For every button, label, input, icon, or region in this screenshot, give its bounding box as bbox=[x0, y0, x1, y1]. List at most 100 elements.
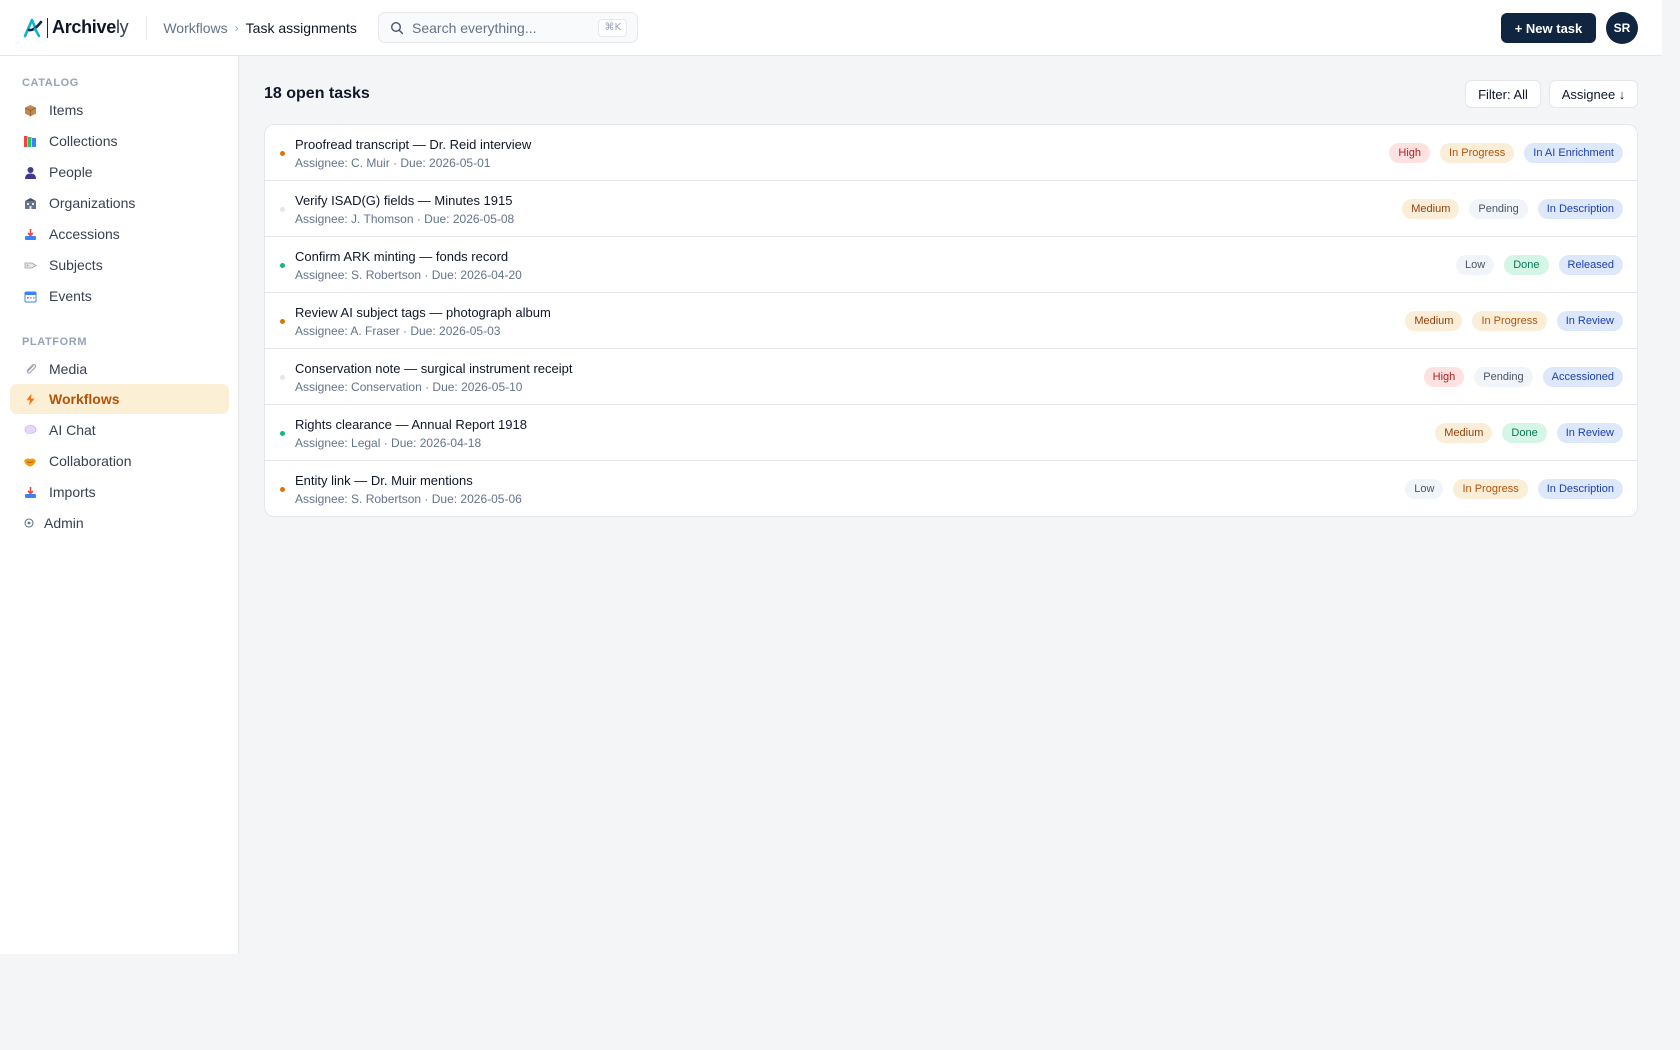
sidebar-item-workflows[interactable]: Workflows bbox=[10, 384, 229, 414]
status-dot bbox=[280, 151, 285, 156]
sidebar-item-events[interactable]: Events bbox=[10, 281, 229, 311]
status-badge: Done bbox=[1504, 255, 1549, 275]
stage-badge: In Review bbox=[1556, 311, 1623, 331]
sidebar-item-accessions[interactable]: Accessions bbox=[10, 219, 229, 249]
task-badges: High Pending Accessioned bbox=[1423, 367, 1623, 387]
sidebar-section-platform: PLATFORM bbox=[22, 336, 88, 348]
stage-badge: In Description bbox=[1537, 479, 1623, 499]
archively-logo-icon bbox=[23, 18, 43, 37]
sidebar-item-label: Collections bbox=[49, 133, 118, 149]
sidebar-item-label: Media bbox=[49, 361, 88, 377]
status-dot bbox=[280, 207, 285, 212]
gear-icon bbox=[22, 516, 36, 530]
task-badges: Medium Pending In Description bbox=[1402, 199, 1623, 219]
priority-badge: Low bbox=[1456, 255, 1495, 275]
breadcrumb-current: Task assignments bbox=[245, 19, 357, 36]
books-icon bbox=[23, 134, 37, 148]
sidebar-item-ai-chat[interactable]: AI Chat bbox=[10, 415, 229, 445]
new-task-button[interactable]: + New task bbox=[1501, 13, 1596, 43]
priority-badge: Medium bbox=[1405, 311, 1463, 331]
task-title[interactable]: Rights clearance — Annual Report 1918 bbox=[295, 417, 527, 432]
sidebar-item-label: AI Chat bbox=[49, 422, 96, 438]
breadcrumb: Workflows › Task assignments bbox=[163, 20, 357, 36]
sidebar-item-collaboration[interactable]: Collaboration bbox=[10, 446, 229, 476]
task-badges: Medium In Progress In Review bbox=[1405, 311, 1623, 331]
task-meta: Assignee: J. Thomson · Due: 2026-05-08 bbox=[295, 212, 515, 226]
sidebar-item-label: Admin bbox=[44, 515, 84, 531]
task-badges: High In Progress In AI Enrichment bbox=[1389, 143, 1623, 163]
priority-badge: Medium bbox=[1435, 423, 1493, 443]
stage-badge: Released bbox=[1558, 255, 1623, 275]
task-title[interactable]: Proofread transcript — Dr. Reid intervie… bbox=[295, 137, 531, 152]
task-badges: Low In Progress In Description bbox=[1405, 479, 1623, 499]
stage-badge: Accessioned bbox=[1542, 367, 1623, 387]
task-meta: Assignee: S. Robertson · Due: 2026-04-20 bbox=[295, 268, 522, 282]
top-bar: Archively Workflows › Task assignments ⌘… bbox=[0, 0, 1662, 56]
inbox-tray-icon bbox=[23, 227, 37, 241]
sidebar-item-subjects[interactable]: Subjects bbox=[10, 250, 229, 280]
user-avatar[interactable]: SR bbox=[1606, 12, 1638, 44]
task-title[interactable]: Confirm ARK minting — fonds record bbox=[295, 249, 508, 264]
task-title[interactable]: Entity link — Dr. Muir mentions bbox=[295, 473, 473, 488]
app-logo[interactable]: Archively bbox=[22, 0, 129, 56]
task-row[interactable]: Confirm ARK minting — fonds record Assig… bbox=[265, 237, 1637, 293]
task-list: Proofread transcript — Dr. Reid intervie… bbox=[264, 124, 1638, 517]
status-badge: In Progress bbox=[1472, 311, 1547, 331]
task-row[interactable]: Entity link — Dr. Muir mentions Assignee… bbox=[265, 461, 1637, 516]
handshake-icon bbox=[23, 454, 37, 468]
stage-badge: In Description bbox=[1537, 199, 1623, 219]
import-tray-icon bbox=[23, 485, 37, 499]
status-dot bbox=[280, 319, 285, 324]
lightning-icon bbox=[23, 392, 37, 406]
search-icon bbox=[390, 21, 404, 34]
breadcrumb-workflows-link[interactable]: Workflows bbox=[163, 20, 227, 36]
sidebar-item-media[interactable]: Media bbox=[10, 354, 229, 384]
filter-button[interactable]: Filter: All bbox=[1465, 80, 1541, 108]
task-title[interactable]: Review AI subject tags — photograph albu… bbox=[295, 305, 551, 320]
sidebar-item-admin[interactable]: Admin bbox=[10, 508, 229, 538]
sidebar-item-collections[interactable]: Collections bbox=[10, 126, 229, 156]
search-input[interactable] bbox=[412, 19, 592, 36]
sort-assignee-button[interactable]: Assignee ↓ bbox=[1549, 80, 1638, 108]
task-row[interactable]: Rights clearance — Annual Report 1918 As… bbox=[265, 405, 1637, 461]
header-divider bbox=[146, 15, 148, 40]
building-icon bbox=[23, 196, 37, 210]
sidebar-item-label: Workflows bbox=[49, 391, 120, 407]
status-dot bbox=[280, 375, 285, 380]
task-meta: Assignee: C. Muir · Due: 2026-05-01 bbox=[295, 156, 491, 170]
status-badge: Pending bbox=[1474, 367, 1533, 387]
sidebar-item-label: Events bbox=[49, 288, 92, 304]
status-dot bbox=[280, 263, 285, 268]
calendar-icon bbox=[23, 289, 37, 303]
task-row[interactable]: Conservation note — surgical instrument … bbox=[265, 349, 1637, 405]
sidebar-item-label: Items bbox=[49, 102, 84, 118]
task-row[interactable]: Review AI subject tags — photograph albu… bbox=[265, 293, 1637, 349]
sidebar-item-label: Imports bbox=[49, 484, 96, 500]
task-badges: Medium Done In Review bbox=[1435, 423, 1623, 443]
stage-badge: In Review bbox=[1556, 423, 1623, 443]
task-meta: Assignee: S. Robertson · Due: 2026-05-06 bbox=[295, 492, 522, 506]
task-meta: Assignee: Conservation · Due: 2026-05-10 bbox=[295, 380, 523, 394]
sidebar-item-label: Accessions bbox=[49, 226, 120, 242]
speech-bubble-icon bbox=[23, 423, 37, 437]
task-row[interactable]: Verify ISAD(G) fields — Minutes 1915 Ass… bbox=[265, 181, 1637, 237]
status-badge: Pending bbox=[1469, 199, 1528, 219]
task-title[interactable]: Verify ISAD(G) fields — Minutes 1915 bbox=[295, 193, 512, 208]
search-box[interactable]: ⌘K bbox=[378, 12, 638, 43]
stage-badge: In AI Enrichment bbox=[1524, 143, 1623, 163]
status-badge: In Progress bbox=[1453, 479, 1528, 499]
task-title[interactable]: Conservation note — surgical instrument … bbox=[295, 361, 572, 376]
logo-divider bbox=[47, 17, 48, 38]
sidebar-item-organizations[interactable]: Organizations bbox=[10, 188, 229, 218]
task-row[interactable]: Proofread transcript — Dr. Reid intervie… bbox=[265, 125, 1637, 181]
sidebar-item-people[interactable]: People bbox=[10, 157, 229, 187]
tag-icon bbox=[23, 258, 37, 272]
person-icon bbox=[23, 165, 37, 179]
sidebar-item-label: Subjects bbox=[49, 257, 103, 273]
sidebar-item-items[interactable]: Items bbox=[10, 95, 229, 125]
task-meta: Assignee: A. Fraser · Due: 2026-05-03 bbox=[295, 324, 501, 338]
priority-badge: Medium bbox=[1402, 199, 1460, 219]
task-badges: Low Done Released bbox=[1456, 255, 1623, 275]
page-title: 18 open tasks bbox=[264, 85, 370, 102]
sidebar-item-imports[interactable]: Imports bbox=[10, 477, 229, 507]
